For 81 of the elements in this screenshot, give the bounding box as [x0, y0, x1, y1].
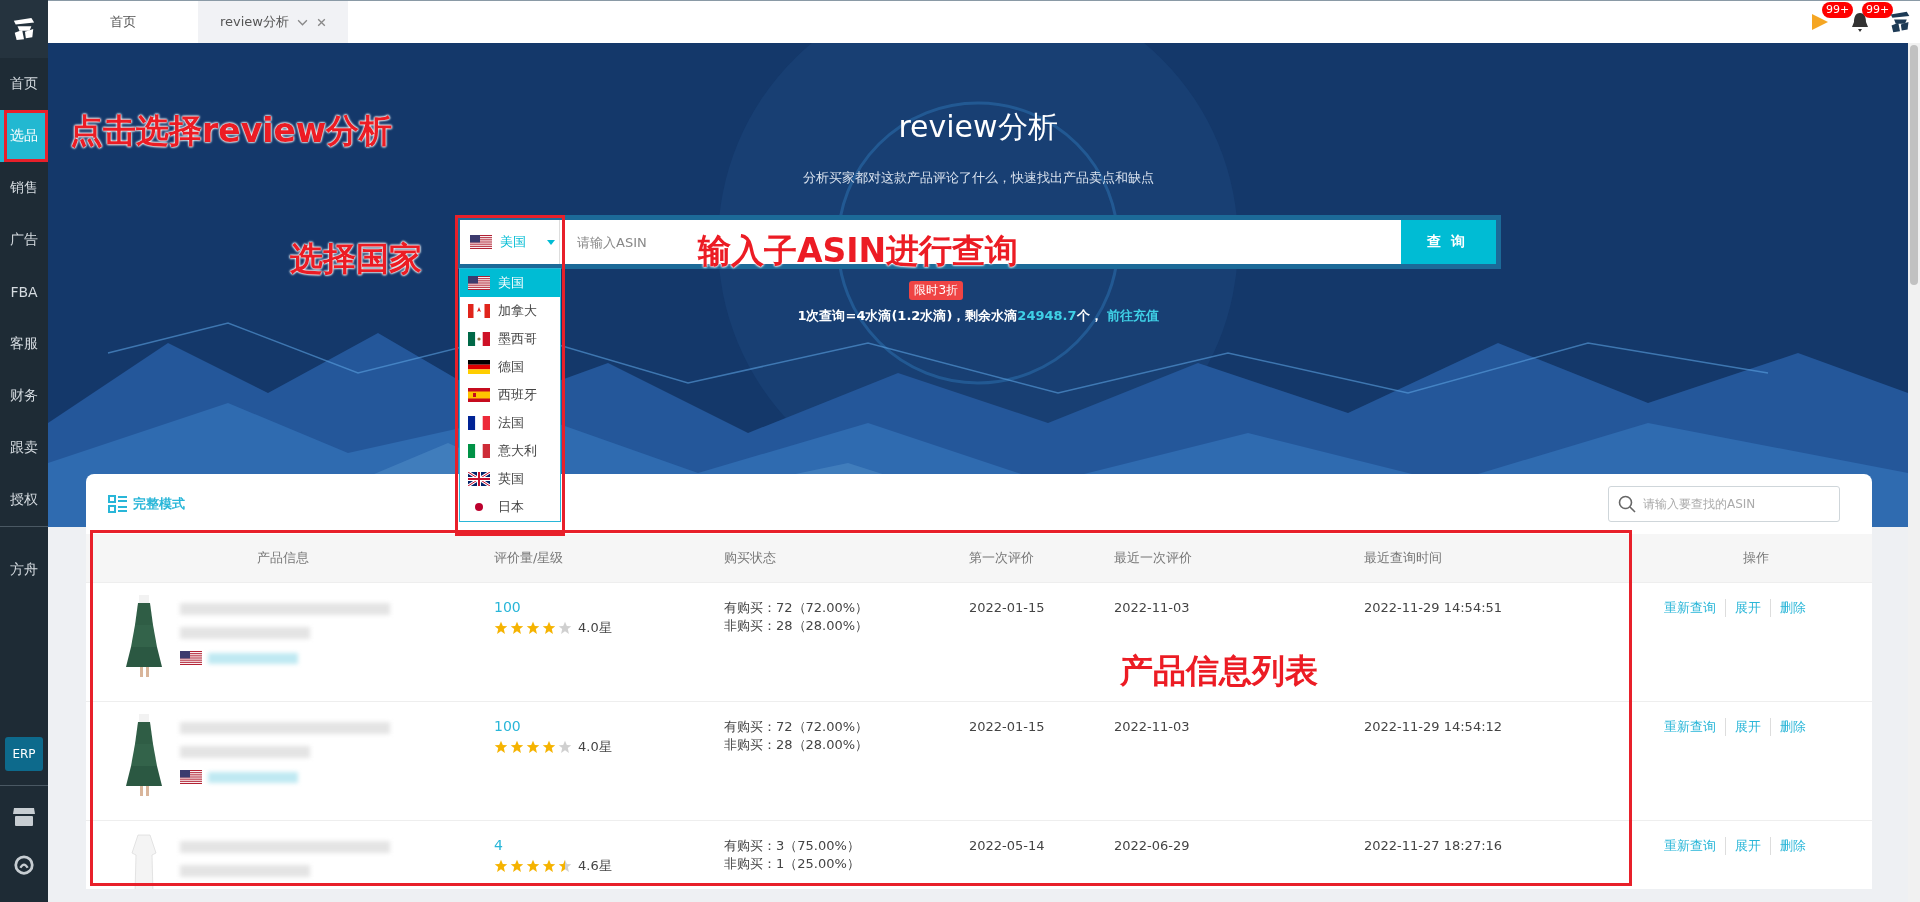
- sidebar-item[interactable]: 首页: [0, 58, 48, 110]
- flag-icon: [180, 651, 202, 665]
- promo-badge: 限时3折: [909, 281, 964, 300]
- flag-icon: [470, 235, 492, 249]
- country-option[interactable]: 法国: [460, 409, 560, 437]
- purchase-count: 非购买：28（28.00%）: [724, 736, 870, 754]
- sidebar-item[interactable]: 客服: [0, 318, 48, 370]
- column-header: 最近一次评价: [1114, 549, 1192, 567]
- sidebar-item[interactable]: FBA: [0, 266, 48, 318]
- flag-icon[interactable]: [1811, 12, 1829, 32]
- table-cell: 2022-11-03: [1114, 600, 1190, 615]
- purchase-count: 有购买：3（75.00%）: [724, 837, 861, 855]
- rating-text: 4.6星: [578, 857, 612, 875]
- page-subtitle: 分析买家都对这款产品评论了什么，快速找出产品卖点和缺点: [802, 169, 1154, 187]
- column-header: 评价量/星级: [494, 549, 564, 567]
- avatar-icon[interactable]: [1888, 11, 1912, 33]
- table-cell: 2022-01-15: [969, 719, 1045, 734]
- logo-icon: [11, 17, 37, 41]
- store-icon[interactable]: [12, 806, 36, 828]
- page-title: review分析: [898, 108, 1058, 146]
- flag-icon: [468, 276, 490, 290]
- flag-icon: [468, 472, 490, 486]
- scrollbar-thumb[interactable]: [1910, 45, 1918, 285]
- search-icon: [1618, 495, 1636, 513]
- sidebar-item[interactable]: 方舟: [0, 544, 48, 596]
- country-option[interactable]: 加拿大: [460, 297, 560, 325]
- sidebar-item[interactable]: 授权: [0, 474, 48, 526]
- column-header: 第一次评价: [969, 549, 1034, 567]
- purchase-count: 非购买：1（25.00%）: [724, 855, 861, 873]
- annotation-text: 输入子ASIN进行查询: [698, 230, 1019, 272]
- country-option[interactable]: 英国: [460, 465, 560, 493]
- bell-icon[interactable]: [1851, 12, 1869, 32]
- flag-icon: [468, 444, 490, 458]
- flag-icon: [468, 304, 490, 318]
- tab[interactable]: 首页: [48, 1, 198, 43]
- sidebar-item[interactable]: 广告: [0, 214, 48, 266]
- table-cell: 2022-11-03: [1114, 719, 1190, 734]
- search-field[interactable]: 请输入要查找的ASIN: [1608, 486, 1840, 522]
- country-option[interactable]: 德国: [460, 353, 560, 381]
- country-option[interactable]: 西班牙: [460, 381, 560, 409]
- table-cell: 2022-05-14: [969, 838, 1045, 853]
- annotation-text: 选择国家: [290, 238, 422, 280]
- column-header: 最近查询时间: [1364, 549, 1442, 567]
- table-cell: 2022-11-29 14:54:51: [1364, 600, 1503, 615]
- table-cell: 2022-06-29: [1114, 838, 1190, 853]
- close-icon[interactable]: [316, 16, 327, 28]
- column-header: 产品信息: [257, 549, 309, 567]
- tab[interactable]: review分析: [198, 1, 348, 43]
- sidebar-item[interactable]: 跟卖: [0, 422, 48, 474]
- annotation-text: 点击选择review分析: [70, 110, 393, 152]
- count-badge: 99+: [1822, 2, 1854, 18]
- sidebar-item[interactable]: 销售: [0, 162, 48, 214]
- quota-text: 1次查询=4水滴(1.2水滴)，剩余水滴24948.7个， 前往充值: [797, 308, 1159, 323]
- rating-text: 4.0星: [578, 738, 612, 756]
- recharge-link[interactable]: 前往充值: [1106, 308, 1159, 323]
- table-cell: 2022-11-27 18:27:16: [1364, 838, 1503, 853]
- column-header: 购买状态: [724, 549, 776, 567]
- support-icon[interactable]: [12, 854, 36, 876]
- country-option[interactable]: 意大利: [460, 437, 560, 465]
- purchase-count: 有购买：72（72.00%）: [724, 718, 870, 736]
- flag-icon: [468, 416, 490, 430]
- sidebar-item[interactable]: 财务: [0, 370, 48, 422]
- annotation-text: 产品信息列表: [1120, 650, 1318, 692]
- flag-icon: [180, 770, 202, 784]
- table-cell: 2022-11-29 14:54:12: [1364, 719, 1503, 734]
- flag-icon: [468, 332, 490, 346]
- column-header: 操作: [1743, 549, 1769, 567]
- purchase-count: 非购买：28（28.00%）: [724, 617, 870, 635]
- caret-icon: [547, 240, 555, 245]
- list-icon: [108, 495, 128, 513]
- country-option[interactable]: 墨西哥: [460, 325, 560, 353]
- highlight-frame: [4, 110, 48, 162]
- scrollbar[interactable]: [1908, 43, 1920, 902]
- flag-icon: [468, 360, 490, 374]
- count-badge: 99+: [1862, 2, 1894, 18]
- table-cell: 2022-01-15: [969, 600, 1045, 615]
- rating-text: 4.0星: [578, 619, 612, 637]
- purchase-count: 有购买：72（72.00%）: [724, 599, 870, 617]
- flag-icon: [468, 388, 490, 402]
- erp-button[interactable]: ERP: [5, 737, 43, 771]
- country-option[interactable]: 日本: [460, 493, 560, 521]
